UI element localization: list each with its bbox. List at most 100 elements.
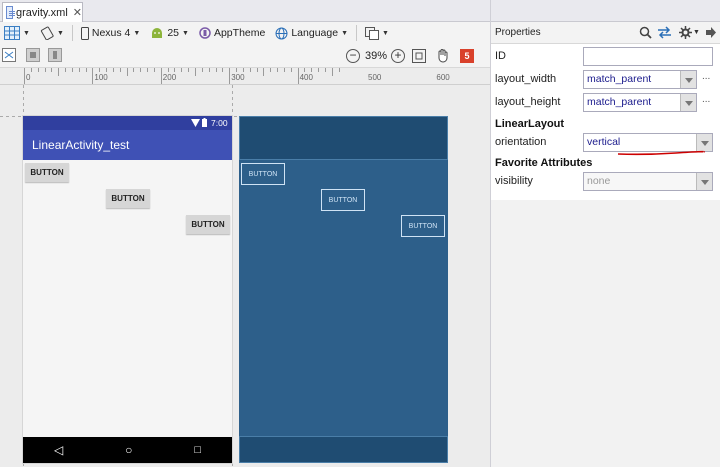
chevron-down-icon: ▼ <box>133 29 141 37</box>
property-row-id: ID <box>491 45 720 69</box>
zoom-to-fit-icon[interactable] <box>412 49 426 63</box>
ruler-tick <box>51 68 53 72</box>
ruler-tick <box>297 68 299 84</box>
more-button[interactable]: ... <box>702 71 710 82</box>
visibility-label: visibility <box>495 175 533 187</box>
zoom-level: 39% <box>365 50 388 62</box>
dropdown-arrow-icon[interactable] <box>680 94 696 111</box>
android-icon <box>152 28 163 38</box>
zoom-out-button[interactable]: − <box>346 49 360 63</box>
theme-selector[interactable]: AppTheme <box>197 24 267 42</box>
ruler-tick <box>304 68 306 72</box>
id-input[interactable] <box>583 47 713 66</box>
search-icon[interactable] <box>639 26 652 39</box>
blueprint-button-right[interactable]: BUTTON <box>401 215 445 237</box>
ruler-tick <box>222 68 224 72</box>
layout-height-select[interactable]: match_parent <box>583 93 697 112</box>
ruler-label: 0 <box>26 73 31 82</box>
navigation-bar: ◁ ○ □ <box>23 437 232 463</box>
layout-width-select[interactable]: match_parent <box>583 70 697 89</box>
tab-gravity-xml[interactable]: gravity.xml ✕ <box>2 2 83 22</box>
warnings-badge[interactable]: 5 <box>460 49 474 63</box>
align-icon[interactable] <box>48 48 62 62</box>
globe-icon <box>275 27 288 39</box>
ruler-tick <box>215 68 217 72</box>
ruler-tick <box>242 68 244 72</box>
ruler-tick <box>263 68 265 76</box>
ruler-tick <box>208 68 210 72</box>
id-label: ID <box>495 50 506 62</box>
blueprint-nav-bar <box>239 436 448 463</box>
orientation-label: orientation <box>495 136 547 148</box>
ruler-tick <box>290 68 292 72</box>
red-underline-annotation <box>617 150 705 156</box>
blueprint-button-center[interactable]: BUTTON <box>321 189 365 211</box>
ruler-tick <box>338 68 340 72</box>
pin-icon[interactable] <box>705 26 717 39</box>
battery-icon <box>202 118 207 127</box>
app-bar: LinearActivity_test <box>23 130 232 160</box>
blueprint-preview: BUTTON BUTTON BUTTON <box>239 116 448 463</box>
ruler-tick <box>195 68 196 76</box>
properties-title: Properties <box>495 27 541 38</box>
ruler-tick <box>167 68 169 72</box>
chevron-down-icon: ▼ <box>341 29 348 37</box>
layout-variants-icon <box>365 26 379 40</box>
ruler-tick <box>256 68 258 72</box>
design-surface-button[interactable]: ▼ <box>2 24 32 42</box>
device-preview: 7:00 LinearActivity_test BUTTON BUTTON B… <box>23 116 232 463</box>
ruler-label: 100 <box>94 73 108 82</box>
chevron-down-icon: ▼ <box>382 29 389 37</box>
horizontal-ruler: 0 100 200 300 400 500 600 <box>0 68 490 85</box>
chevron-down-icon: ▼ <box>182 29 189 37</box>
ruler-tick <box>106 68 108 72</box>
chevron-down-icon: ▼ <box>56 29 64 37</box>
pan-hand-icon[interactable] <box>436 48 450 63</box>
blueprint-button-label: BUTTON <box>408 222 438 230</box>
toolbar-divider <box>356 25 357 41</box>
preview-button-left[interactable]: BUTTON <box>25 163 69 182</box>
ruler-tick <box>92 68 94 84</box>
ruler-tick <box>140 68 142 72</box>
blueprint-button-label: BUTTON <box>248 170 278 178</box>
ruler-tick <box>229 68 231 84</box>
back-icon: ◁ <box>53 443 64 457</box>
api-level-selector[interactable]: 25 ▼ <box>148 24 191 42</box>
ruler-tick <box>37 68 39 72</box>
properties-panel: Properties ▼ ID layout_width match_paren… <box>490 0 720 467</box>
ruler-tick <box>78 68 80 72</box>
zoom-in-button[interactable]: + <box>391 49 405 63</box>
ruler-tick <box>85 68 87 72</box>
blueprint-button-left[interactable]: BUTTON <box>241 163 285 185</box>
close-icon[interactable]: ✕ <box>73 6 82 19</box>
ruler-tick <box>249 68 251 72</box>
device-selector[interactable]: Nexus 4 ▼ <box>79 24 142 42</box>
orientation-button[interactable]: ▼ <box>38 24 66 42</box>
tab-label: gravity.xml <box>16 6 68 19</box>
ruler-tick <box>201 68 203 72</box>
design-canvas: 7:00 LinearActivity_test BUTTON BUTTON B… <box>0 85 490 467</box>
ruler-tick <box>99 68 101 72</box>
show-constraints-icon[interactable] <box>2 48 16 62</box>
blueprint-button-label: BUTTON <box>328 196 358 204</box>
dropdown-arrow-icon[interactable] <box>680 71 696 88</box>
ruler-tick <box>324 68 326 72</box>
layout-variants-button[interactable]: ▼ <box>363 24 391 42</box>
ruler-tick <box>126 68 128 76</box>
xml-file-icon <box>6 6 16 19</box>
visibility-value: none <box>587 175 611 187</box>
dropdown-arrow-icon[interactable] <box>696 173 712 190</box>
toolbar-divider <box>71 25 73 41</box>
language-selector[interactable]: Language ▼ <box>273 24 350 42</box>
pack-icon[interactable] <box>26 48 40 62</box>
more-button[interactable]: ... <box>702 94 710 105</box>
property-row-layout-width: layout_width match_parent ... <box>491 68 720 92</box>
preview-button-center[interactable]: BUTTON <box>106 189 150 208</box>
swap-icon[interactable] <box>657 26 672 39</box>
design-blueprint-icon <box>4 26 20 40</box>
visibility-select[interactable]: none <box>583 172 713 191</box>
ruler-tick <box>174 68 176 72</box>
chevron-down-icon[interactable]: ▼ <box>693 29 700 36</box>
preview-button-right[interactable]: BUTTON <box>186 215 230 234</box>
gear-icon[interactable] <box>679 26 692 39</box>
